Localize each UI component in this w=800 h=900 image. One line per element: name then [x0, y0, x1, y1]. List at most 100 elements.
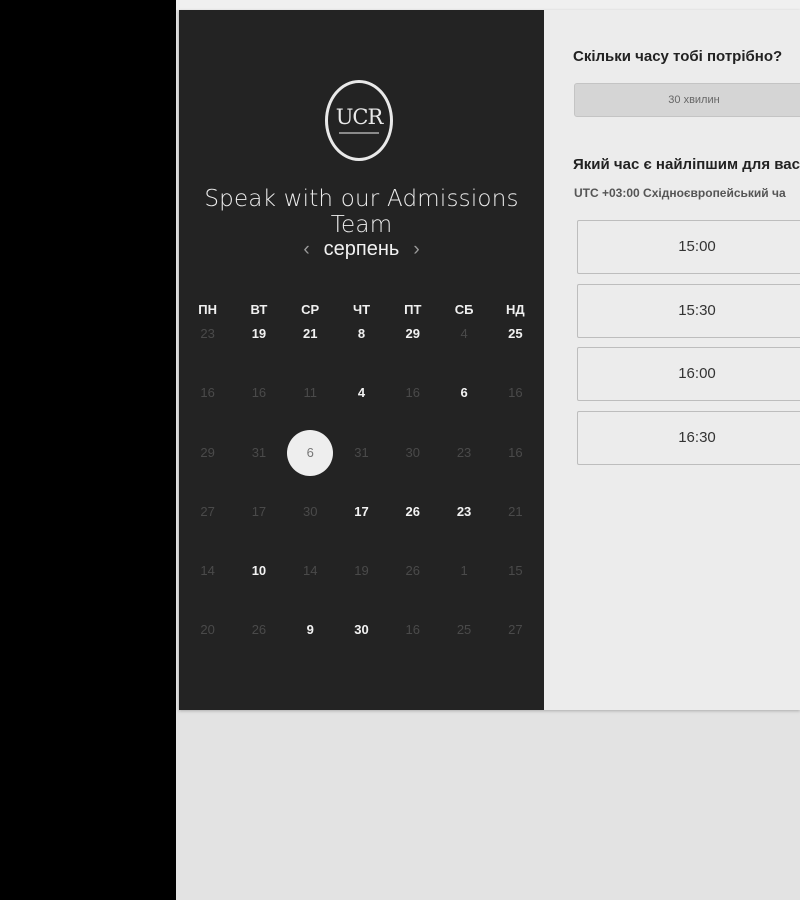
day-number: 10	[251, 563, 267, 579]
day-number: 23	[456, 444, 472, 460]
day-number: 1	[460, 563, 468, 579]
day-number: 11	[303, 385, 317, 401]
day-number: 16	[508, 444, 523, 460]
calendar-day-unavailable: 16	[387, 379, 438, 407]
calendar-week: 29 31 6 31 30 23 16	[179, 429, 544, 498]
calendar-day-unavailable: 16	[233, 379, 284, 407]
calendar-day-available[interactable]: 10	[233, 557, 284, 585]
day-number: 8	[357, 326, 366, 341]
calendar-day-unavailable: 23	[438, 439, 489, 467]
booking-card: UCR Speak with our Admissions Team ‹ сер…	[179, 10, 800, 710]
day-number: 27	[508, 622, 523, 638]
calendar-day-available[interactable]: 6	[438, 379, 489, 407]
weekday-header: ПН ВТ СР ЧТ ПТ СБ НД	[179, 300, 544, 320]
day-number: 25	[456, 622, 472, 638]
calendar-day-unavailable: 29	[182, 439, 233, 467]
logo-text: UCR	[335, 105, 384, 129]
calendar-week: 14 10 14 19 26 1 15	[179, 557, 544, 616]
calendar-grid: ПН ВТ СР ЧТ ПТ СБ НД 23 19 21 8 29 4 25 16 16 11 4 16 6 16 2…	[179, 300, 544, 676]
next-month-icon[interactable]: ›	[413, 239, 419, 261]
day-number: 16	[508, 385, 523, 401]
time-slot-list: 15:00 15:30 16:00 16:30	[577, 220, 800, 475]
day-number: 4	[357, 385, 366, 401]
day-number: 21	[508, 503, 523, 519]
day-number: 23	[456, 503, 472, 519]
calendar-day-available[interactable]: 17	[336, 498, 387, 526]
calendar-day-unavailable: 25	[438, 616, 489, 644]
day-number: 30	[405, 444, 421, 460]
calendar-day-available[interactable]: 25	[490, 320, 541, 348]
day-number: 25	[508, 326, 523, 341]
day-number: 21	[302, 326, 318, 341]
day-number: 31	[354, 444, 369, 460]
day-number: 26	[405, 563, 421, 579]
time-slot-button[interactable]: 15:00	[577, 220, 800, 274]
calendar-day-unavailable: 30	[387, 439, 438, 467]
calendar-day-available[interactable]: 26	[387, 498, 438, 526]
day-number: 19	[251, 326, 267, 341]
calendar-day-unavailable: 30	[285, 498, 336, 526]
prev-month-icon[interactable]: ‹	[303, 239, 309, 261]
day-number: 29	[405, 326, 421, 341]
page-background: UCR Speak with our Admissions Team ‹ сер…	[176, 0, 800, 900]
calendar-day-unavailable: 15	[490, 557, 541, 585]
day-number: 27	[200, 503, 215, 519]
month-navigation: ‹ серпень ›	[179, 238, 544, 261]
weekday-label: СР	[301, 302, 320, 317]
day-number: 6	[460, 385, 468, 401]
calendar-day-unavailable: 16	[490, 439, 541, 467]
day-number: 14	[302, 563, 318, 579]
duration-button[interactable]: 30 хвилин	[574, 83, 800, 117]
calendar-week: 23 19 21 8 29 4 25	[179, 320, 544, 379]
day-number: 23	[200, 326, 215, 341]
calendar-day-available[interactable]: 21	[285, 320, 336, 348]
calendar-day-unavailable: 26	[233, 616, 284, 644]
time-slot-button[interactable]: 15:30	[577, 283, 800, 338]
calendar-day-unavailable: 19	[336, 557, 387, 585]
day-number: 17	[354, 503, 369, 519]
calendar-day-unavailable: 16	[387, 616, 438, 644]
booking-options: Скільки часу тобі потрібно? 30 хвилин Як…	[573, 10, 800, 710]
weekday-label: ВТ	[250, 302, 268, 317]
calendar-day-available[interactable]: 9	[285, 616, 336, 644]
weekday-label: ЧТ	[352, 302, 371, 317]
duration-question: Скільки часу тобі потрібно?	[573, 48, 783, 65]
day-number: 9	[306, 622, 314, 638]
day-number: 26	[251, 622, 267, 638]
calendar-week: 16 16 11 4 16 6 16	[179, 379, 544, 438]
day-number: 16	[200, 385, 215, 401]
calendar-day-available[interactable]: 30	[336, 616, 387, 644]
time-question: Який час є найліпшим для вас?	[573, 156, 800, 173]
weekday-label: СБ	[454, 302, 474, 317]
day-number: 16	[405, 385, 421, 401]
calendar-day-available[interactable]: 19	[233, 320, 284, 348]
logo-underline	[339, 132, 379, 134]
time-slot-button[interactable]: 16:00	[577, 347, 800, 402]
day-number: 30	[354, 622, 369, 638]
calendar-week: 20 26 9 30 16 25 27	[179, 616, 544, 675]
calendar-week: 27 17 30 17 26 23 21	[179, 498, 544, 557]
calendar-day-unavailable: 21	[490, 498, 541, 526]
calendar-day-unavailable: 16	[490, 379, 541, 407]
day-number: 16	[405, 622, 421, 638]
calendar-weeks: 23 19 21 8 29 4 25 16 16 11 4 16 6 16 29 31 6 31 30 23 16 27 1…	[179, 320, 544, 676]
calendar-day-available[interactable]: 29	[387, 320, 438, 348]
calendar-day-selected[interactable]: 6	[285, 429, 336, 476]
day-number: 4	[460, 326, 468, 341]
weekday-label: НД	[506, 302, 525, 317]
calendar-day-available[interactable]: 23	[438, 498, 489, 526]
calendar-day-available[interactable]: 8	[336, 320, 387, 348]
calendar-day-available[interactable]: 4	[336, 379, 387, 407]
panel-heading: Speak with our Admissions Team	[204, 186, 519, 238]
calendar-day-unavailable: 31	[233, 439, 284, 467]
day-number: 19	[354, 563, 369, 579]
month-label: серпень	[323, 238, 400, 260]
calendar-day-unavailable: 23	[182, 320, 233, 348]
day-number: 30	[302, 503, 318, 519]
time-slot-button[interactable]: 16:30	[577, 411, 800, 466]
calendar-day-unavailable: 1	[438, 557, 489, 585]
calendar-day-unavailable: 20	[182, 616, 233, 644]
day-number: 17	[251, 503, 267, 519]
calendar-day-unavailable: 14	[182, 557, 233, 585]
timezone-label[interactable]: UTC +03:00 Східноєвропейський ча	[574, 186, 786, 200]
